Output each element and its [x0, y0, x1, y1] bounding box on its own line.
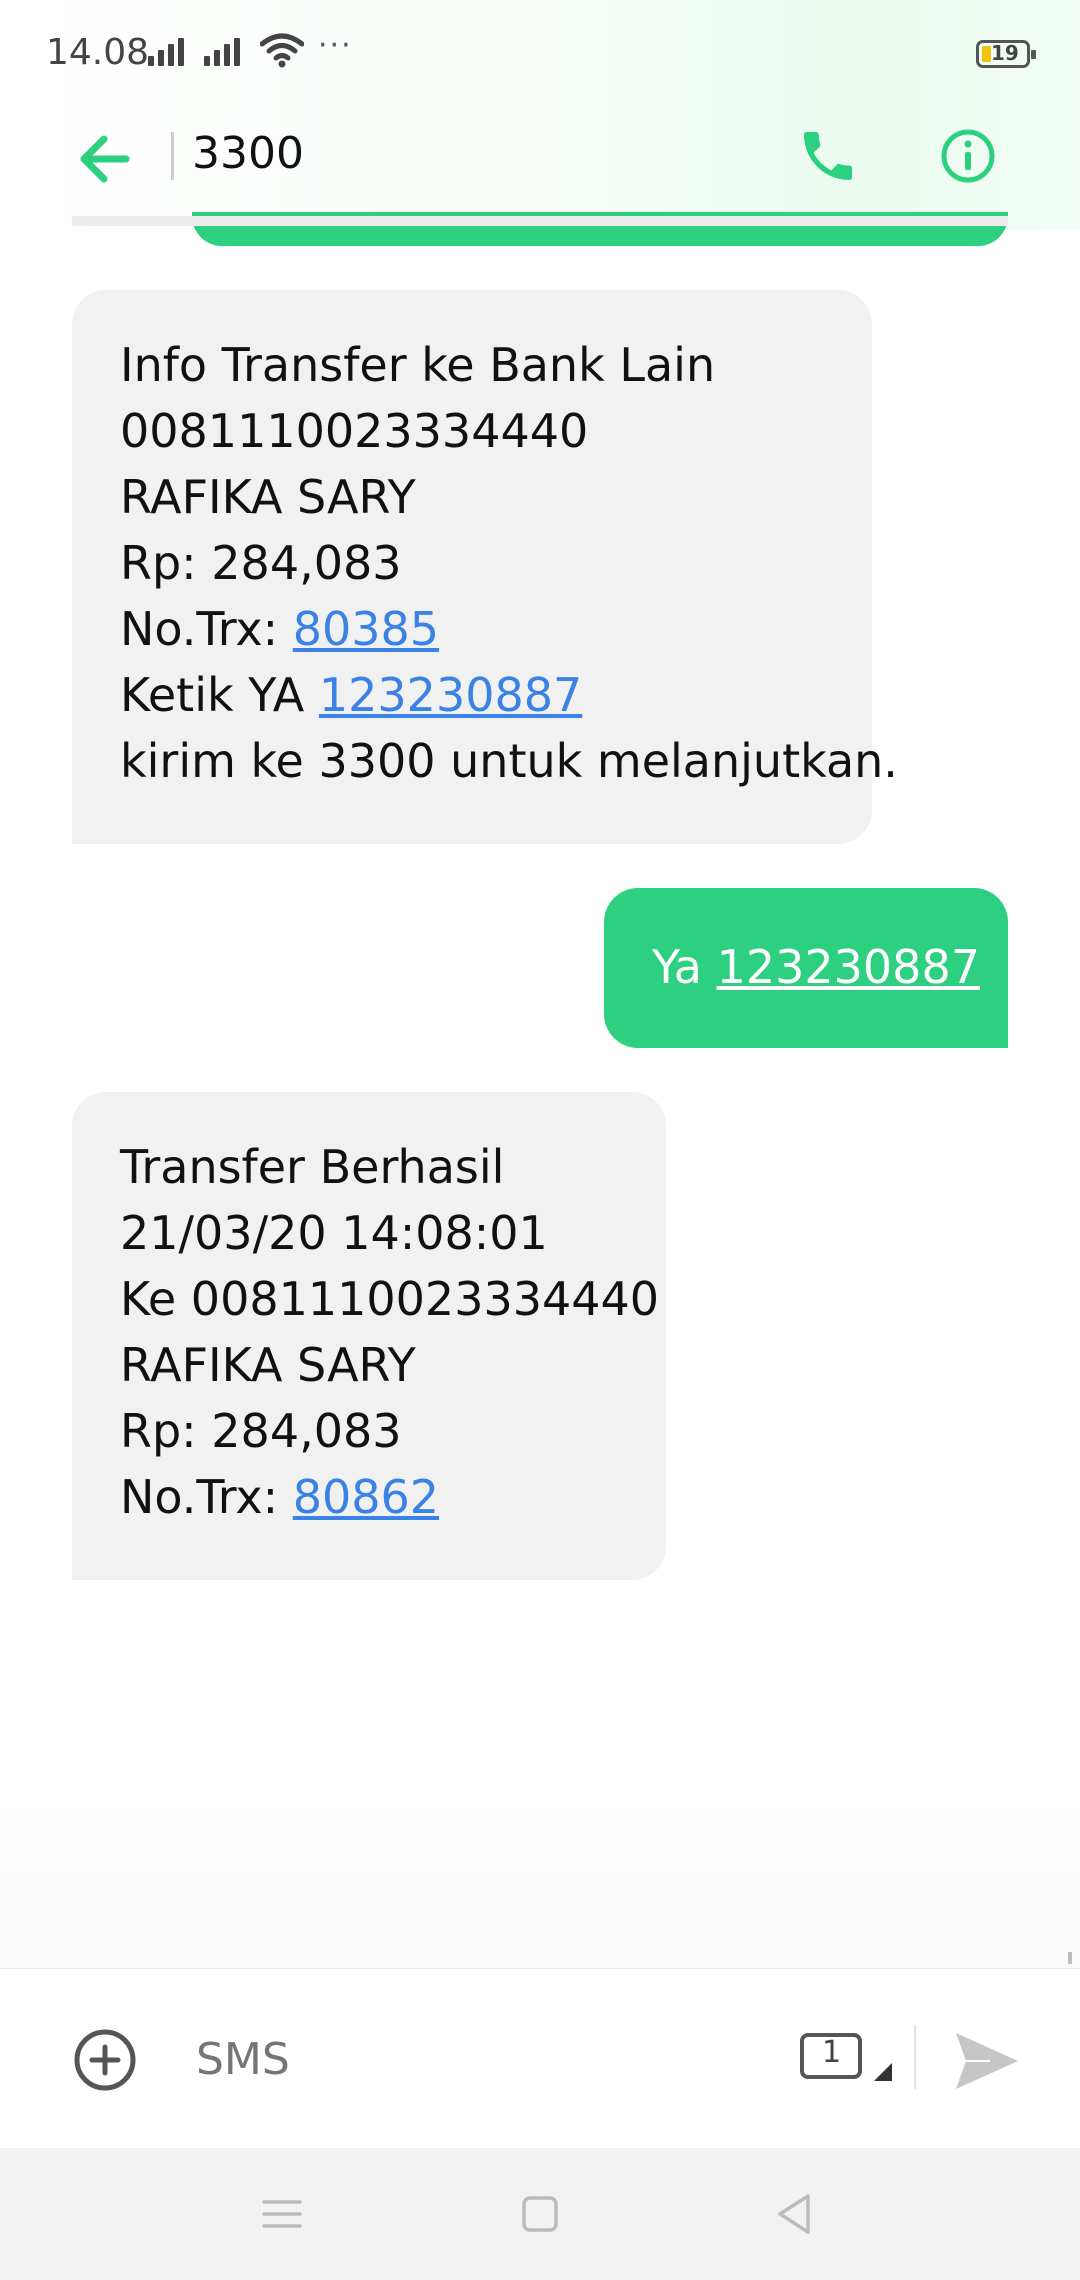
sms-input[interactable]	[196, 2023, 756, 2095]
outgoing-message[interactable]: Ya 123230887	[604, 888, 1008, 1048]
trx-number-link[interactable]: 80862	[293, 1470, 439, 1524]
back-icon[interactable]	[766, 2184, 826, 2244]
message-line: Ke 0081110023334440	[120, 1272, 660, 1326]
add-attachment-icon[interactable]	[72, 2027, 138, 2093]
info-icon[interactable]	[936, 124, 1000, 188]
list-bottom-fade	[0, 1800, 1080, 1968]
ketik-label: Ketik YA	[120, 668, 319, 722]
message-line: Rp: 284,083	[120, 536, 402, 590]
message-line: 0081110023334440	[120, 404, 589, 458]
more-notifications-icon: ···	[318, 28, 353, 63]
app-bar: 3300	[0, 106, 1080, 214]
status-time: 14.08	[46, 32, 150, 73]
incoming-message[interactable]: Transfer Berhasil 21/03/20 14:08:01 Ke 0…	[72, 1092, 666, 1580]
message-line: Ketik YA 123230887	[120, 662, 824, 728]
message-line: No.Trx: 80862	[120, 1464, 618, 1530]
message-line: 21/03/20 14:08:01	[120, 1206, 548, 1260]
message-line: No.Trx: 80385	[120, 596, 824, 662]
sim-number: 1	[822, 2035, 842, 2070]
message-line: RAFIKA SARY	[120, 470, 416, 524]
menu-icon[interactable]	[252, 2184, 312, 2244]
previous-incoming-bubble	[72, 216, 1008, 226]
trx-label: No.Trx:	[120, 602, 293, 656]
home-icon[interactable]	[510, 2184, 570, 2244]
scrollbar[interactable]	[1068, 1952, 1072, 1964]
incoming-message[interactable]: Info Transfer ke Bank Lain 0081110023334…	[72, 290, 898, 844]
message-line: Ya 123230887	[652, 934, 980, 1000]
trx-number-link[interactable]: 80385	[293, 602, 439, 656]
battery-icon: 19	[976, 40, 1036, 68]
signal-icon	[148, 36, 184, 66]
send-icon[interactable]	[950, 2025, 1022, 2097]
status-bar: 14.08 ··· 19	[0, 0, 1080, 106]
battery-level: 19	[991, 41, 1019, 65]
wifi-icon	[260, 33, 304, 68]
arrow-left-icon[interactable]	[70, 124, 140, 194]
signal-icon-2	[204, 36, 240, 66]
reply-label: Ya	[652, 940, 717, 994]
phone-icon[interactable]	[796, 124, 860, 188]
message-line: Transfer Berhasil	[120, 1140, 505, 1194]
reply-code-link[interactable]: 123230887	[717, 940, 980, 994]
code-number-link[interactable]: 123230887	[319, 668, 582, 722]
title-divider	[171, 132, 174, 180]
compose-bar: 1	[0, 1968, 1080, 2148]
message-line: kirim ke 3300 untuk melanjutkan.	[120, 734, 898, 788]
message-line: Rp: 284,083	[120, 1404, 402, 1458]
dropdown-triangle-icon	[874, 2063, 892, 2081]
conversation-title: 3300	[192, 128, 304, 179]
compose-divider	[914, 2025, 916, 2089]
trx-label: No.Trx:	[120, 1470, 293, 1524]
message-line: RAFIKA SARY	[120, 1338, 416, 1392]
sim-select-button[interactable]: 1	[800, 2033, 906, 2093]
message-line: Info Transfer ke Bank Lain	[120, 338, 716, 392]
navigation-bar	[0, 2148, 1080, 2280]
